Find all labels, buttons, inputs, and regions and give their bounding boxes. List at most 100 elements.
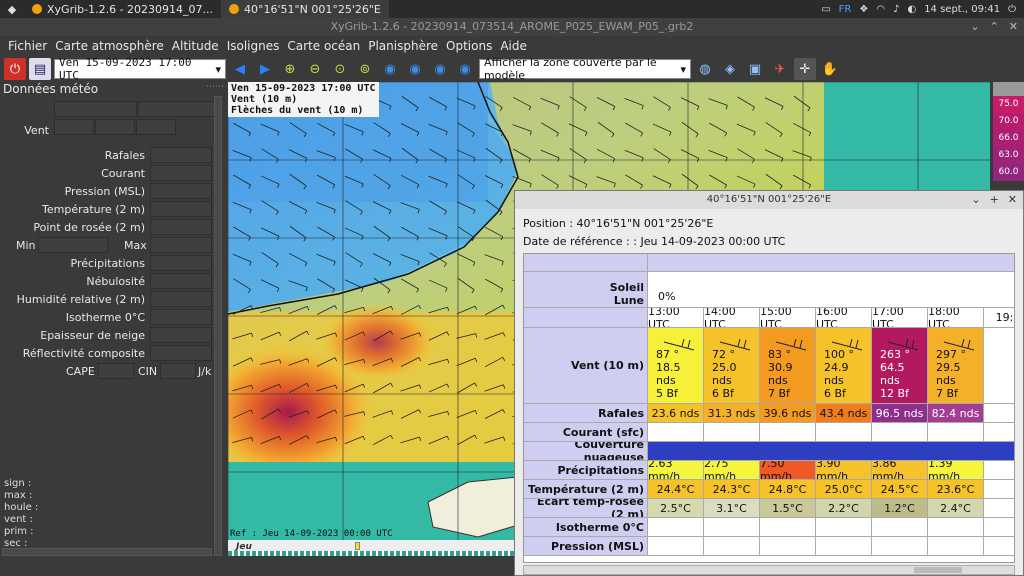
wind-speed: 24.9 nds (824, 361, 849, 387)
column-header: 19:00 (984, 308, 1014, 328)
value-cell (54, 119, 94, 135)
wind-bf: 12 Bf (880, 387, 909, 400)
crosshair-button[interactable]: ✛ (794, 58, 816, 80)
isotherm-cell (816, 518, 872, 537)
table-top-band (648, 254, 1014, 272)
data-row: Vent (0, 118, 214, 146)
popup-titlebar: 40°16'51"N 001°25'26"E ⌄ + ✕ (515, 191, 1023, 209)
power-icon[interactable]: ⏻ (1008, 4, 1016, 15)
wind-barb-icon (719, 338, 751, 351)
menu-altitude[interactable]: Altitude (168, 39, 223, 53)
data-row (0, 100, 221, 118)
next-date-button[interactable]: ▶ (254, 58, 276, 80)
data-row: CAPE CIN J/k (0, 362, 214, 380)
maximize-icon[interactable]: ⌃ (990, 18, 999, 36)
row-label: Pression (MSL) (524, 537, 648, 556)
volume-icon[interactable]: ♪ (893, 4, 899, 15)
temp-cell: 24.5°C (872, 480, 928, 499)
pressure-cell (648, 537, 704, 556)
minimize-icon[interactable]: ⌄ (971, 191, 980, 209)
menu-planisphere[interactable]: Planisphère (364, 39, 442, 53)
wind-speed: 64.5 nds (880, 361, 905, 387)
wind-cell: 263 ° 64.5 nds 12 Bf (872, 328, 928, 404)
menu-options[interactable]: Options (442, 39, 496, 53)
column-header: 17:00 UTC (872, 308, 928, 328)
weather-data-panel: Données météo ⋯⋯ Vent Rafales Courant Pressi… (0, 82, 224, 576)
timeline-handle[interactable] (355, 542, 360, 550)
rocket-icon[interactable]: ✈ (769, 58, 791, 80)
wind-cell: 87 ° 18.5 nds 5 Bf (648, 328, 704, 404)
precip-cell: 2.75 mm/h (704, 461, 760, 480)
zone-select[interactable]: Afficher la zone couverte par le modèle ▾ (479, 56, 691, 82)
wind-bf: 6 Bf (712, 387, 734, 400)
gust-cell: 39.6 nds (760, 404, 816, 423)
notification-icon[interactable]: ◐ (907, 4, 916, 15)
panel-title: Données météo (3, 82, 99, 96)
data-row: Réflectivité composite (0, 344, 214, 362)
table-hscroll[interactable] (523, 565, 1015, 575)
wind-bf: 5 Bf (656, 387, 678, 400)
dewpoint-cell: 2.5°C (648, 499, 704, 518)
download-icon[interactable]: ◈ (719, 58, 741, 80)
row-label: Vent (10 m) (524, 328, 648, 404)
dewpoint-cell: 2.2°C (816, 499, 872, 518)
open-file-button[interactable]: ▤ (29, 58, 51, 80)
menu-carte-atmosphere[interactable]: Carte atmosphère (51, 39, 168, 53)
dewpoint-cell: 3.1°C (704, 499, 760, 518)
keyboard-layout[interactable]: FR (839, 4, 852, 15)
clock[interactable]: 14 sept., 09:41 (924, 4, 1000, 15)
app-menu-icon[interactable]: ◆ (4, 2, 20, 16)
dropbox-icon[interactable]: ❖ (859, 4, 868, 15)
dewpoint-cell: 1.2°C (872, 499, 928, 518)
close-icon[interactable]: ✕ (1008, 191, 1017, 209)
pressure-cell (928, 537, 984, 556)
maximize-icon[interactable]: + (990, 191, 999, 209)
jk-label: J/k (198, 364, 212, 378)
globe-icon[interactable]: ◍ (694, 58, 716, 80)
value-cell (150, 165, 212, 181)
screen-icon[interactable]: ▭ (821, 4, 830, 15)
lune-label: Lune (613, 294, 644, 307)
xygrib-app-icon (32, 4, 42, 14)
taskbar-task-popup[interactable]: 40°16'51"N 001°25'26"E (221, 0, 389, 18)
hand-icon[interactable]: ✋ (819, 58, 841, 80)
zoom-all-icon[interactable]: ⊚ (354, 58, 376, 80)
min-label: Min (16, 238, 36, 252)
move-right-icon[interactable]: ◉ (404, 58, 426, 80)
date-select[interactable]: Ven 15-09-2023 17:00 UTC ▾ (54, 56, 226, 82)
sidebar-hscroll[interactable] (2, 548, 212, 556)
point-info-window[interactable]: 40°16'51"N 001°25'26"E ⌄ + ✕ Position : 40… (514, 190, 1024, 576)
move-down-icon[interactable]: ◉ (454, 58, 476, 80)
sidebar-vscroll[interactable] (214, 96, 222, 556)
data-row: Précipitations (0, 254, 214, 272)
menu-isolignes[interactable]: Isolignes (223, 39, 284, 53)
zoom-out-icon[interactable]: ⊖ (304, 58, 326, 80)
scroll-thumb[interactable] (914, 567, 962, 573)
pressure-cell (984, 537, 1014, 556)
prev-date-button[interactable]: ◀ (229, 58, 251, 80)
gust-cell (984, 404, 1014, 423)
zoom-fit-icon[interactable]: ⊙ (329, 58, 351, 80)
wind-barb-icon (831, 338, 863, 351)
wifi-icon[interactable]: ◠ (876, 4, 885, 15)
minimize-icon[interactable]: ⌄ (970, 18, 979, 36)
column-header: 14:00 UTC (704, 308, 760, 328)
quit-button[interactable]: ⏻ (4, 58, 26, 80)
taskbar: ◆ XyGrib-1.2.6 - 20230914_07... 40°16'51… (0, 0, 1024, 18)
info-icon[interactable]: ▣ (744, 58, 766, 80)
menu-fichier[interactable]: Fichier (4, 39, 51, 53)
chevron-down-icon: ▾ (215, 62, 221, 76)
wind-bf: 7 Bf (936, 387, 958, 400)
data-row: Humidité relative (2 m) (0, 290, 214, 308)
gust-cell: 31.3 nds (704, 404, 760, 423)
close-icon[interactable]: ✕ (1009, 18, 1018, 36)
zoom-in-icon[interactable]: ⊕ (279, 58, 301, 80)
menu-carte-ocean[interactable]: Carte océan (283, 39, 364, 53)
move-up-icon[interactable]: ◉ (429, 58, 451, 80)
move-left-icon[interactable]: ◉ (379, 58, 401, 80)
wind-cell: 100 ° 24.9 nds 6 Bf (816, 328, 872, 404)
current-cell (928, 423, 984, 442)
menu-aide[interactable]: Aide (496, 39, 531, 53)
value-cell (150, 309, 212, 325)
taskbar-task-xygrib[interactable]: XyGrib-1.2.6 - 20230914_07... (24, 0, 221, 18)
